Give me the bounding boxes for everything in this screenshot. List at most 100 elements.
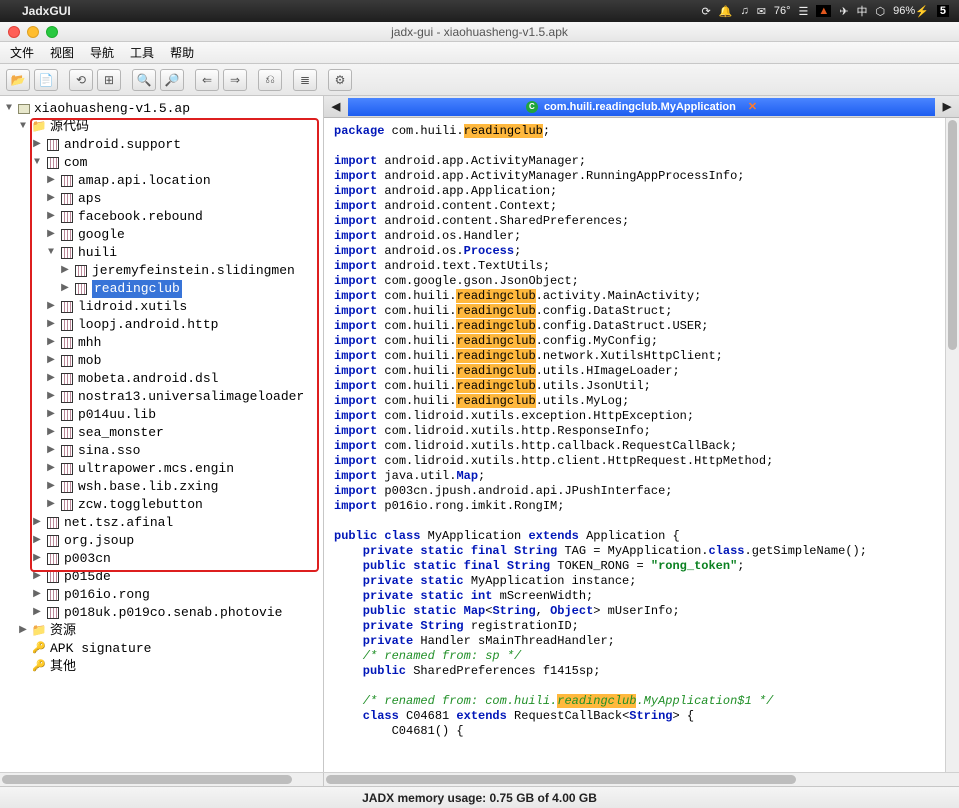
tree-item[interactable]: mobeta.android.dsl [78, 370, 218, 388]
back-button[interactable]: ⇐ [195, 69, 219, 91]
tree-item[interactable]: p018uk.p019co.senab.photovie [64, 604, 282, 622]
tree-item[interactable]: com [64, 154, 87, 172]
sync-button[interactable]: ⟲ [69, 69, 93, 91]
package-icon [74, 283, 88, 295]
new-file-button[interactable]: 📄 [34, 69, 58, 91]
open-folder-button[interactable]: 📂 [6, 69, 30, 91]
package-icon [60, 211, 74, 223]
package-icon [60, 373, 74, 385]
text-search-button[interactable]: 🔍 [132, 69, 156, 91]
tree-item[interactable]: jeremyfeinstein.slidingmen [92, 262, 295, 280]
tree-item[interactable]: mob [78, 352, 101, 370]
sync-icon[interactable]: ⟳ [702, 5, 711, 18]
code-editor[interactable]: package com.huili.readingclub; import an… [324, 118, 959, 745]
package-icon [46, 517, 60, 529]
chat-icon[interactable]: ✉ [757, 5, 766, 18]
bell-icon[interactable]: 🔔 [719, 5, 733, 18]
tree-item[interactable]: p015de [64, 568, 111, 586]
tree-source[interactable]: 源代码 [50, 118, 89, 136]
tree-item[interactable]: nostra13.universalimageloader [78, 388, 304, 406]
tree-item[interactable]: wsh.base.lib.zxing [78, 478, 218, 496]
menu-help[interactable]: 帮助 [170, 44, 194, 61]
package-icon [60, 445, 74, 457]
tree-item-selected[interactable]: readingclub [92, 280, 182, 298]
package-icon [46, 571, 60, 583]
headphones-icon[interactable]: ♫ [740, 5, 748, 17]
tree-apk-signature[interactable]: APK signature [50, 640, 151, 658]
toolbar: 📂 📄 ⟲ ⊞ 🔍 🔎 ⇐ ⇒ ⎌ ≣ ⚙ [0, 64, 959, 96]
log-button[interactable]: ≣ [293, 69, 317, 91]
tree-item[interactable]: google [78, 226, 125, 244]
package-icon [46, 607, 60, 619]
tree-item[interactable]: p003cn [64, 550, 111, 568]
package-icon [60, 247, 74, 259]
package-icon [60, 175, 74, 187]
editor-tab[interactable]: C com.huili.readingclub.MyApplication ✕ [348, 98, 935, 116]
menu-file[interactable]: 文件 [10, 44, 34, 61]
tree-item[interactable]: p016io.rong [64, 586, 150, 604]
tree-item[interactable]: lidroid.xutils [78, 298, 187, 316]
package-icon [60, 193, 74, 205]
folder-icon: 📁 [32, 625, 46, 637]
vertical-scrollbar[interactable] [945, 118, 959, 772]
tree-item[interactable]: sina.sso [78, 442, 140, 460]
package-icon [46, 139, 60, 151]
package-icon [60, 391, 74, 403]
tab-close-button[interactable]: ✕ [748, 100, 757, 113]
editor-tabbar: ◀ C com.huili.readingclub.MyApplication … [324, 96, 959, 118]
package-icon [74, 265, 88, 277]
tree-item[interactable]: ultrapower.mcs.engin [78, 460, 234, 478]
tree-item[interactable]: p014uu.lib [78, 406, 156, 424]
tree-item[interactable]: sea_monster [78, 424, 164, 442]
cpu-icon[interactable]: ☰ [799, 5, 809, 18]
package-icon [60, 463, 74, 475]
tree-item[interactable]: aps [78, 190, 101, 208]
tree-item[interactable]: zcw.togglebutton [78, 496, 203, 514]
package-icon [46, 535, 60, 547]
mac-app-name[interactable]: JadxGUI [22, 4, 71, 18]
tree-item[interactable]: net.tsz.afinal [64, 514, 173, 532]
package-icon [60, 481, 74, 493]
battery-indicator: 96% ⚡ [893, 5, 929, 18]
window-title: jadx-gui - xiaohuasheng-v1.5.apk [0, 25, 959, 39]
send-icon[interactable]: ✈ [839, 5, 848, 18]
tree-item[interactable]: loopj.android.http [78, 316, 218, 334]
tree-item[interactable]: android.support [64, 136, 181, 154]
package-icon [60, 409, 74, 421]
horizontal-scrollbar-area [0, 772, 959, 786]
tree-item[interactable]: facebook.rebound [78, 208, 203, 226]
forward-button[interactable]: ⇒ [223, 69, 247, 91]
settings-button[interactable]: ⚙ [328, 69, 352, 91]
key-icon: 🔑 [32, 643, 46, 655]
deobf-button[interactable]: ⎌ [258, 69, 282, 91]
key-icon: 🔑 [32, 661, 46, 673]
tab-next-button[interactable]: ▶ [935, 100, 959, 113]
tree-item[interactable]: org.jsoup [64, 532, 134, 550]
tree-resources[interactable]: 资源 [50, 622, 76, 640]
editor-hscrollbar[interactable] [324, 773, 959, 786]
package-tree[interactable]: ▼xiaohuasheng-v1.5.ap ▼📁源代码 ▶android.sup… [0, 96, 324, 772]
tab-prev-button[interactable]: ◀ [324, 100, 348, 113]
mac-menubar: JadxGUI ⟳ 🔔 ♫ ✉ 76° ☰ ▲ ✈ 中 ⬡ 96% ⚡ 5 [0, 0, 959, 22]
menu-tools[interactable]: 工具 [130, 44, 154, 61]
graph-icon[interactable]: ▲ [816, 5, 831, 17]
folder-icon: 📁 [32, 121, 46, 133]
tree-other[interactable]: 其他 [50, 658, 76, 676]
class-search-button[interactable]: 🔎 [160, 69, 184, 91]
tree-item[interactable]: amap.api.location [78, 172, 211, 190]
class-icon: C [526, 101, 538, 113]
sidebar-hscrollbar[interactable] [0, 773, 324, 786]
ime-indicator[interactable]: 中 [857, 3, 868, 19]
package-icon [60, 229, 74, 241]
tree-root[interactable]: xiaohuasheng-v1.5.ap [34, 100, 190, 118]
wifi-icon[interactable]: ⬡ [876, 5, 886, 18]
menu-nav[interactable]: 导航 [90, 44, 114, 61]
expand-button[interactable]: ⊞ [97, 69, 121, 91]
titlebar: jadx-gui - xiaohuasheng-v1.5.apk [0, 22, 959, 42]
tree-item[interactable]: huili [78, 244, 117, 262]
misc-icon[interactable]: 5 [937, 5, 949, 17]
tree-item[interactable]: mhh [78, 334, 101, 352]
temp-indicator: 76° [774, 5, 791, 17]
package-icon [60, 499, 74, 511]
menu-view[interactable]: 视图 [50, 44, 74, 61]
